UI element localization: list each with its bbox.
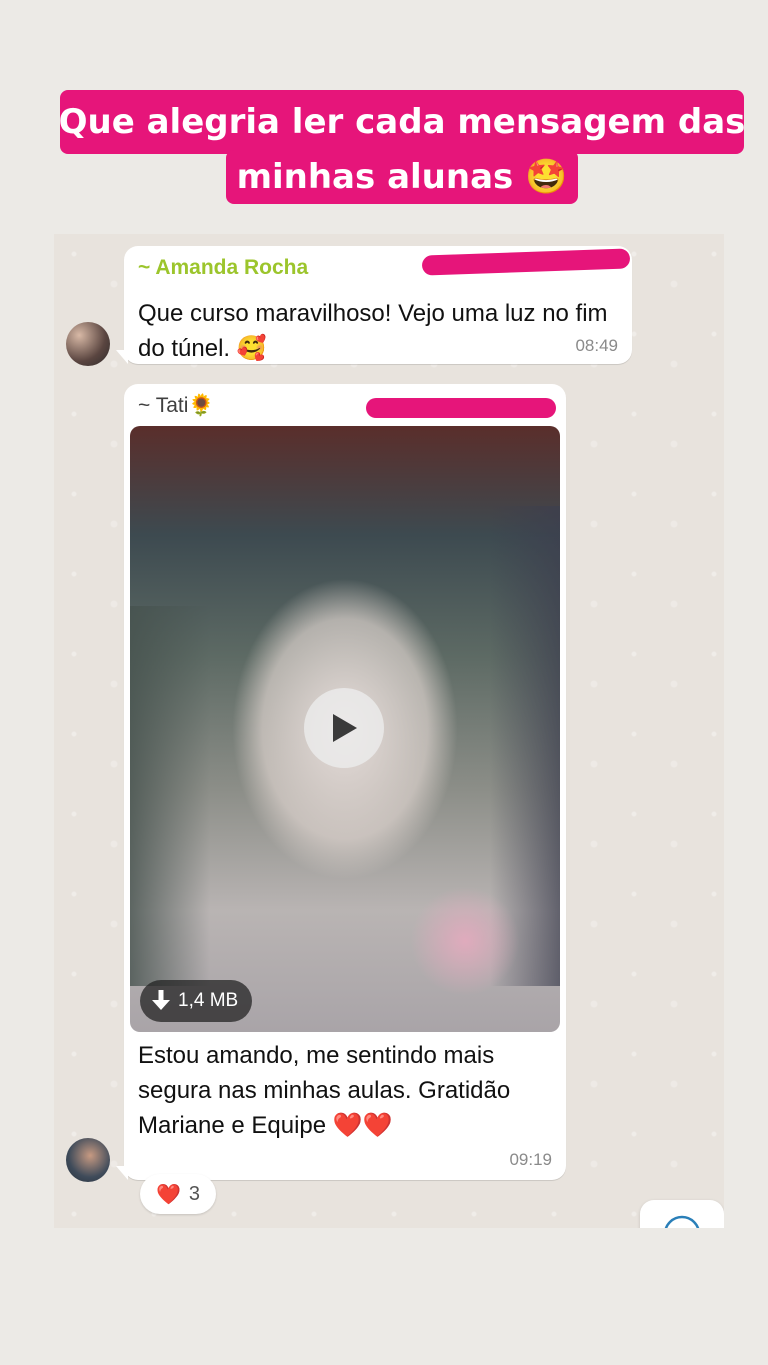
download-button[interactable]: 1,4 MB: [140, 980, 253, 1022]
play-icon: [333, 714, 357, 742]
caption-text-1: Que alegria ler cada mensagem das: [58, 102, 746, 142]
video-blur-region: [130, 606, 210, 986]
bubble-tail: [116, 350, 128, 364]
message-time: 08:49: [575, 336, 618, 355]
play-button[interactable]: [304, 688, 384, 768]
sender-name[interactable]: ~ Tati🌻: [138, 394, 215, 418]
video-thumbnail[interactable]: 1,4 MB: [130, 426, 560, 1032]
message-bubble-tati[interactable]: ~ Tati🌻 1,4 MB Estou amando, me sentindo: [116, 384, 566, 1180]
reaction-badge[interactable]: ❤️ 3: [140, 1174, 216, 1214]
avatar-tati[interactable]: [66, 1138, 110, 1182]
sender-name[interactable]: ~ Amanda Rocha: [138, 256, 308, 280]
caption-text-2: minhas alunas 🤩: [236, 157, 568, 197]
message-bubble-amanda[interactable]: ~ Amanda Rocha Que curso maravilhoso! Ve…: [116, 246, 632, 364]
video-file-size: 1,4 MB: [178, 990, 239, 1011]
avatar-amanda[interactable]: [66, 322, 110, 366]
chevron-down-icon: [664, 1215, 700, 1228]
redaction-scribble: [421, 248, 631, 276]
scroll-to-bottom-button[interactable]: [640, 1200, 724, 1228]
message-time: 09:19: [509, 1150, 552, 1169]
video-blur-region: [410, 886, 520, 996]
message-text: Que curso maravilhoso! Vejo uma luz no f…: [138, 300, 608, 362]
download-arrow-icon: [152, 990, 170, 1010]
redaction-scribble: [366, 398, 556, 418]
story-caption-line-2: minhas alunas 🤩: [226, 150, 578, 204]
bubble-tail: [116, 1166, 128, 1180]
heart-icon: ❤️: [155, 1183, 181, 1206]
chat-screenshot: ~ Amanda Rocha Que curso maravilhoso! Ve…: [54, 234, 724, 1228]
message-text: Estou amando, me sentindo mais segura na…: [138, 1042, 511, 1139]
reaction-count: 3: [188, 1182, 201, 1205]
story-caption-line-1: Que alegria ler cada mensagem das: [58, 90, 746, 154]
